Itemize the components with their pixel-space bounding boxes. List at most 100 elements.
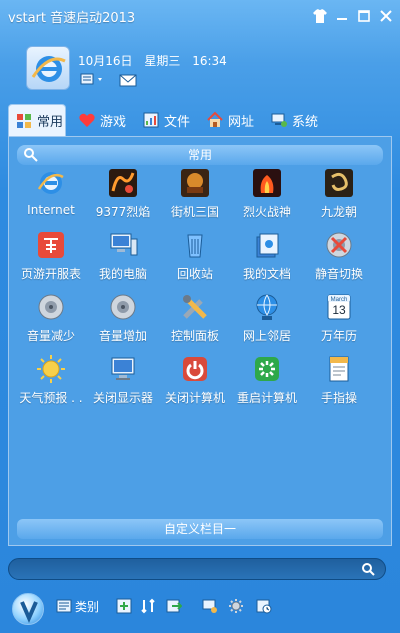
shortcut-ye[interactable]: 页游开服表 (15, 229, 87, 289)
shortcut-monitor-off[interactable]: 关闭显示器 (87, 353, 159, 413)
shortcut-label: 静音切换 (314, 267, 363, 281)
ie-logo[interactable] (26, 46, 70, 90)
search-input[interactable] (19, 561, 349, 577)
shortcut-weather[interactable]: 天气预报 . . (15, 353, 87, 413)
computer-icon (110, 233, 138, 256)
shortcut-label: 回收站 (176, 267, 213, 281)
shortcut-label: 万年历 (320, 329, 357, 343)
weekday-text: 星期三 (144, 54, 181, 68)
network-icon (256, 294, 278, 320)
shortcut-label: 关闭计算机 (164, 391, 225, 405)
section-title: 常用 (187, 148, 212, 162)
date-time: 10月16日 星期三 16:34 (78, 52, 235, 69)
tab-label: 游戏 (100, 114, 127, 130)
documents-icon (256, 233, 279, 258)
section-header[interactable]: 常用 (17, 145, 383, 165)
game-jiulong-icon (325, 169, 353, 197)
calendar-day: 13 (332, 303, 346, 317)
ye-icon (38, 232, 64, 258)
grid-dropdown-icon (80, 73, 102, 85)
shortcut-label: 关闭显示器 (92, 391, 153, 405)
volume-down-icon (38, 294, 64, 320)
shortcut-9377[interactable]: 9377烈焰 (87, 167, 159, 227)
system-tools-button[interactable] (202, 597, 221, 615)
shortcut-label: 音量减少 (26, 329, 75, 343)
date-text: 10月16日 (78, 54, 133, 68)
system-tools-icon (202, 599, 217, 613)
shortcut-label: 九龙朝 (320, 205, 357, 219)
custom-column-bar[interactable]: 自定义栏目一 (17, 519, 383, 539)
shortcut-my-documents[interactable]: 我的文档 (231, 229, 303, 289)
home-icon (207, 111, 223, 127)
mail-button[interactable] (118, 72, 138, 88)
tab-games[interactable]: 游戏 (72, 104, 134, 136)
magnifier-icon[interactable] (361, 562, 375, 576)
tab-label: 网址 (228, 114, 255, 130)
shortcut-control-panel[interactable]: 控制面板 (159, 291, 231, 351)
tab-files[interactable]: 文件 (136, 104, 198, 136)
shortcut-volume-down[interactable]: 音量减少 (15, 291, 87, 351)
shortcut-label: Internet (27, 203, 75, 217)
maximize-button[interactable] (356, 8, 372, 24)
vstart-window: vstart 音速启动2013 10月16日 星期三 16:34 常用 游戏 文… (0, 0, 400, 633)
shortcut-my-computer[interactable]: 我的电脑 (87, 229, 159, 289)
minimize-button[interactable] (334, 8, 350, 24)
shortcut-label: 手指操 (320, 391, 357, 405)
game-liyan-icon (109, 169, 137, 197)
app-title: vstart 音速启动2013 (8, 11, 136, 26)
custom-column-title: 自定义栏目一 (163, 522, 236, 536)
mute-icon (326, 232, 352, 258)
header: 10月16日 星期三 16:34 (0, 32, 400, 102)
tab-common[interactable]: 常用 (8, 104, 66, 136)
shortcut-label: 9377烈焰 (95, 205, 151, 219)
shortcut-network[interactable]: 网上邻居 (231, 291, 303, 351)
heart-icon (79, 113, 95, 127)
shortcut-recycle-bin[interactable]: 回收站 (159, 229, 231, 289)
shortcut-sanguo[interactable]: 街机三国 (159, 167, 231, 227)
tab-label: 系统 (292, 114, 319, 130)
shortcut-shutdown[interactable]: 关闭计算机 (159, 353, 231, 413)
mail-icon (119, 74, 137, 87)
close-button[interactable] (378, 8, 394, 24)
add-item-icon (116, 598, 132, 614)
category-button[interactable]: 类别 (56, 597, 99, 615)
minimize-icon (337, 18, 347, 20)
settings-button[interactable] (228, 597, 247, 615)
control-panel-icon (183, 295, 207, 319)
shortcut-volume-up[interactable]: 音量增加 (87, 291, 159, 351)
footer: 类别 (0, 587, 400, 633)
shortcut-liehuo[interactable]: 烈火战神 (231, 167, 303, 227)
shortcut-calendar[interactable]: March 13 万年历 (303, 291, 375, 351)
internet-icon (37, 172, 64, 194)
shortcut-finger-exercise[interactable]: 手指操 (303, 353, 375, 413)
skin-button[interactable] (312, 8, 328, 24)
shortcut-label: 控制面板 (170, 329, 219, 343)
switch-view-button[interactable] (80, 72, 102, 88)
volume-up-icon (110, 294, 136, 320)
add-item-button[interactable] (116, 597, 135, 615)
tab-websites[interactable]: 网址 (200, 104, 262, 136)
tabs: 常用 游戏 文件 网址 系统 (8, 104, 392, 136)
history-button[interactable] (256, 597, 275, 615)
shortcut-restart[interactable]: 重启计算机 (231, 353, 303, 413)
shortcut-internet[interactable]: Internet (15, 167, 87, 227)
system-icon (271, 113, 287, 127)
shortcut-label: 街机三国 (170, 205, 219, 219)
tab-system[interactable]: 系统 (264, 104, 326, 136)
weather-icon (37, 355, 65, 383)
shortcut-jiulong[interactable]: 九龙朝 (303, 167, 375, 227)
close-icon (380, 10, 392, 22)
shortcut-label: 烈火战神 (242, 205, 291, 219)
shortcut-mute-toggle[interactable]: 静音切换 (303, 229, 375, 289)
export-button[interactable] (166, 597, 185, 615)
finger-icon (329, 356, 349, 382)
shortcut-label: 页游开服表 (20, 267, 81, 281)
recycle-icon (187, 234, 203, 258)
sort-button[interactable] (140, 597, 159, 615)
time-text: 16:34 (192, 54, 227, 68)
vstart-logo[interactable] (12, 593, 44, 625)
shortcut-label: 音量增加 (98, 329, 147, 343)
shirt-icon (313, 9, 327, 23)
tab-label: 文件 (164, 114, 191, 130)
monitor-off-icon (111, 357, 135, 380)
